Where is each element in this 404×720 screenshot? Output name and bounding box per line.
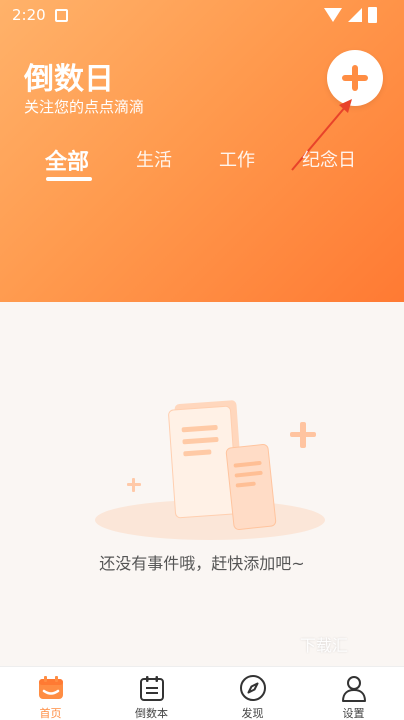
tab-life[interactable]: 生活 bbox=[136, 146, 172, 172]
status-time: 2:20 bbox=[12, 6, 46, 24]
plus-icon-vertical bbox=[352, 65, 358, 91]
empty-state-message: 还没有事件哦，赶快添加吧~ bbox=[99, 554, 305, 573]
watermark: 下载汇 bbox=[300, 636, 349, 655]
battery-icon bbox=[368, 7, 377, 23]
nav-item-countdown-book[interactable]: 倒数本 bbox=[101, 667, 202, 720]
notification-app-icon bbox=[55, 9, 68, 22]
active-tab-indicator bbox=[46, 177, 92, 181]
tab-all[interactable]: 全部 bbox=[45, 144, 89, 176]
signal-icon bbox=[348, 8, 362, 22]
nav-label-discover: 发现 bbox=[241, 707, 264, 720]
empty-state-illustration bbox=[95, 400, 325, 540]
nav-label-home: 首页 bbox=[39, 707, 62, 720]
nav-label-countdown-book: 倒数本 bbox=[135, 707, 168, 720]
nav-label-settings: 设置 bbox=[342, 707, 365, 720]
wifi-icon bbox=[324, 8, 342, 22]
status-bar: 2:20 bbox=[0, 0, 404, 30]
category-tabs: 全部 生活 工作 纪念日 bbox=[0, 140, 404, 190]
page-subtitle: 关注您的点点滴滴 bbox=[24, 98, 145, 116]
tab-work[interactable]: 工作 bbox=[219, 146, 255, 172]
status-icons bbox=[324, 6, 394, 24]
bottom-navigation: 首页 倒数本 发现 设置 bbox=[0, 666, 404, 720]
compass-icon bbox=[240, 675, 266, 701]
notebook-icon bbox=[140, 676, 164, 701]
home-calendar-icon bbox=[39, 676, 63, 699]
nav-item-discover[interactable]: 发现 bbox=[202, 667, 303, 720]
nav-item-settings[interactable]: 设置 bbox=[303, 667, 404, 720]
page-title: 倒数日 bbox=[24, 62, 114, 97]
tab-memorial[interactable]: 纪念日 bbox=[302, 146, 356, 172]
user-icon bbox=[342, 676, 366, 702]
add-event-button[interactable] bbox=[327, 50, 383, 106]
nav-item-home[interactable]: 首页 bbox=[0, 667, 101, 720]
header: 2:20 倒数日 关注您的点点滴滴 全部 生活 工作 纪念日 bbox=[0, 0, 404, 302]
